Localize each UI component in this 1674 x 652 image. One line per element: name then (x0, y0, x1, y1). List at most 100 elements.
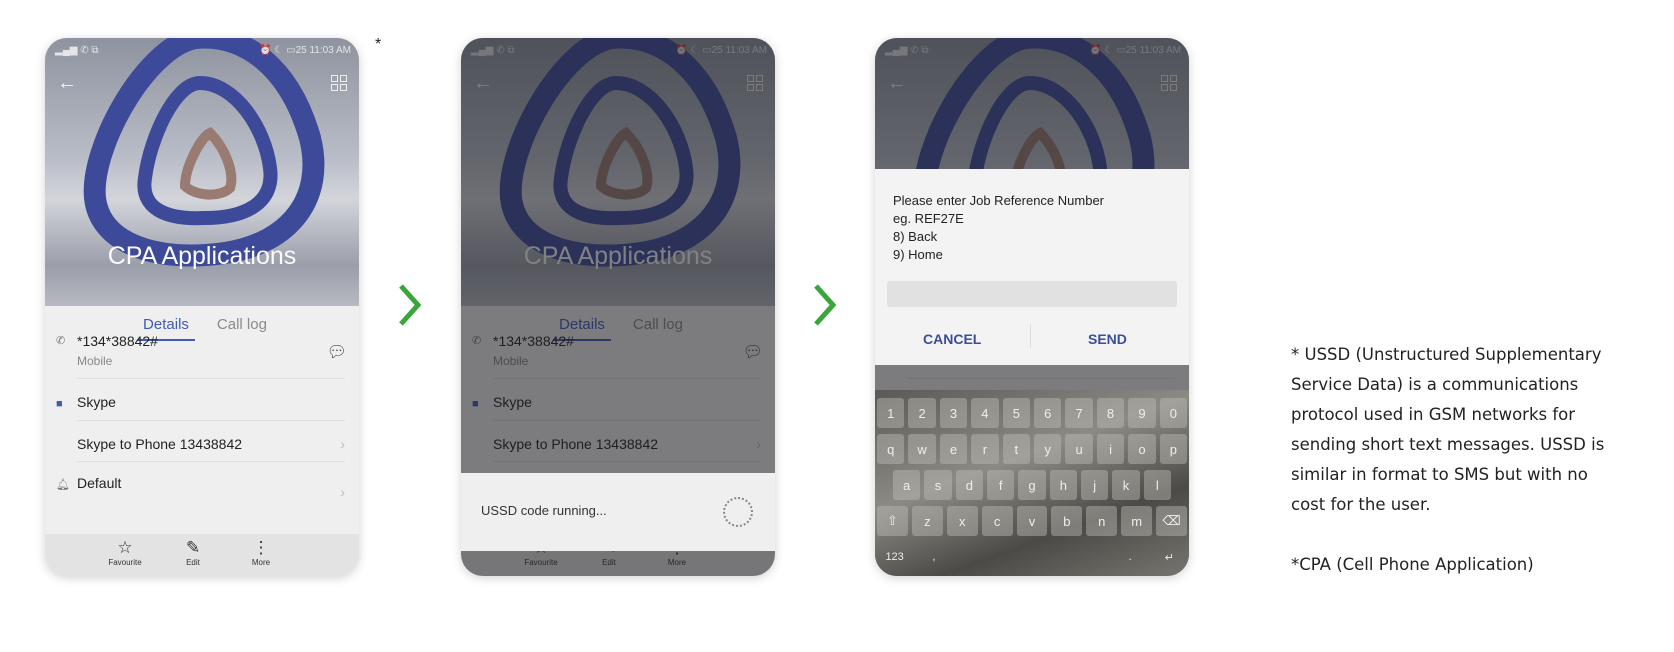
key[interactable]: n (1086, 506, 1118, 536)
ussd-footnote: * USSD (Unstructured Supplementary Servi… (1291, 345, 1605, 514)
skype-label: Skype (77, 394, 116, 410)
key[interactable] (995, 542, 1030, 572)
bottom-action-bar: ☆Favourite ✎Edit ⋮More (45, 534, 359, 576)
keyboard-row: qwertyuiop (877, 434, 1188, 464)
back-arrow-icon[interactable]: ← (57, 72, 77, 95)
ringtone-item[interactable]: Default (77, 475, 345, 491)
phone-screen-contact: ▂▄▆ ✆ ⧉ ⏰ ☾ ▭25 11:03 AM ← CPA Applicati… (45, 38, 359, 576)
key[interactable]: t (1002, 434, 1031, 464)
contact-header: ▂▄▆ ✆ ⧉ ⏰ ☾ ▭25 11:03 AM ← CPA Applicati… (45, 38, 359, 306)
key[interactable]: g (1018, 470, 1046, 500)
key[interactable]: 5 (1002, 398, 1031, 428)
key[interactable]: 0 (1159, 398, 1188, 428)
key[interactable]: x (946, 506, 978, 536)
key[interactable]: r (971, 434, 999, 464)
key[interactable]: v (1016, 506, 1048, 536)
keyboard: 1 2 3 4 5 6 7 8 9 0 q w e r t y u i o p a s d f g h j k l ⇧ z x c v b n m ⌫ 12… (875, 390, 1189, 576)
key[interactable]: y (1034, 434, 1062, 464)
edit-button[interactable]: ✎Edit (163, 538, 223, 567)
key[interactable]: p (1159, 434, 1188, 464)
key[interactable] (956, 542, 991, 572)
cpa-logo (83, 38, 325, 267)
footnotes: * USSD (Unstructured Supplementary Servi… (1291, 340, 1611, 580)
chevron-right-icon (399, 284, 422, 326)
star-icon: ☆ (117, 538, 133, 557)
phone-icon: ✆ (56, 335, 66, 347)
key[interactable]: w (908, 434, 936, 464)
key[interactable]: o (1128, 434, 1156, 464)
key[interactable]: ↵ (1152, 542, 1187, 572)
key[interactable]: 123 (877, 542, 912, 572)
phone-screen-ussd-running: ▂▄▆ ✆ ⧉ ⏰ ☾ ▭25 11:03 AM ← CPA Applicati… (461, 38, 775, 576)
key[interactable]: j (1080, 470, 1109, 500)
key[interactable]: 1 (877, 398, 905, 428)
pencil-icon: ✎ (185, 538, 201, 557)
key[interactable]: e (939, 434, 968, 464)
key[interactable]: 4 (971, 398, 999, 428)
key[interactable]: u (1065, 434, 1093, 464)
key[interactable]: i (1096, 434, 1125, 464)
status-bar: ▂▄▆ ✆ ⧉ ⏰ ☾ ▭25 11:03 AM (55, 45, 351, 59)
phone-number-row[interactable]: *134*38842# Mobile (77, 333, 345, 368)
keyboard-row: asdfghjkl (893, 470, 1171, 500)
qr-code-icon[interactable] (331, 75, 347, 91)
skype-icon: ■ (56, 398, 63, 410)
key[interactable]: ⌫ (1156, 506, 1188, 536)
key[interactable]: 9 (1128, 398, 1156, 428)
dialog-example: eg. REF27E (893, 211, 964, 226)
dialog-prompt: Please enter Job Reference Number (893, 193, 1105, 208)
phone-number: *134*38842# (77, 333, 158, 349)
dialog-option-back: 8) Back (893, 229, 938, 244)
dialog-option-home: 9) Home (893, 247, 943, 262)
footnote-asterisk: * (375, 36, 382, 53)
key[interactable]: d (955, 470, 983, 500)
key[interactable]: l (1143, 470, 1171, 500)
signal-icon: ▂▄▆ ✆ ⧉ (55, 45, 99, 56)
key[interactable]: b (1051, 506, 1083, 536)
key[interactable]: s (924, 470, 952, 500)
key[interactable]: 8 (1096, 398, 1125, 428)
more-button[interactable]: ⋮More (231, 538, 291, 567)
key[interactable]: a (893, 470, 921, 500)
key[interactable]: z (911, 506, 943, 536)
key[interactable]: f (986, 470, 1015, 500)
key[interactable]: m (1121, 506, 1153, 536)
cpa-footnote: *CPA (Cell Phone Application) (1291, 555, 1534, 574)
skype-to-phone-item[interactable]: Skype to Phone 13438842 (77, 436, 345, 452)
chevron-right-icon: › (340, 436, 345, 452)
favourite-button[interactable]: ☆Favourite (95, 538, 155, 567)
cancel-button[interactable]: CANCEL (923, 331, 981, 347)
job-reference-input[interactable] (887, 281, 1177, 307)
key[interactable]: k (1112, 470, 1140, 500)
key[interactable]: 7 (1065, 398, 1093, 428)
keyboard-row: 123,. ↵ (877, 542, 1187, 572)
loading-spinner-icon (723, 497, 753, 527)
contact-name: CPA Applications (107, 242, 297, 270)
battery-level: 25 (295, 45, 307, 56)
phone-type: Mobile (77, 354, 113, 368)
send-button[interactable]: SEND (1088, 331, 1127, 347)
clock: 11:03 AM (309, 45, 351, 56)
keyboard-row: ⇧ z x c v b n m ⌫ (877, 506, 1188, 536)
chevron-right-icon: › (340, 484, 345, 500)
key[interactable]: , (916, 542, 951, 572)
key[interactable]: h (1049, 470, 1077, 500)
ussd-dialog: Please enter Job Reference Number eg. RE… (875, 169, 1189, 365)
more-vertical-icon: ⋮ (252, 538, 270, 557)
keyboard-row: 1234567890 (877, 398, 1188, 428)
key[interactable]: q (877, 434, 905, 464)
alarm-icon: ⏰ ☾ ▭ (259, 45, 296, 56)
ussd-running-text: USSD code running... (481, 503, 607, 518)
key[interactable] (1073, 542, 1108, 572)
key[interactable]: ⇧ (877, 506, 908, 536)
key[interactable]: 3 (939, 398, 968, 428)
key[interactable]: . (1113, 542, 1148, 572)
key[interactable]: 2 (908, 398, 936, 428)
key[interactable] (1034, 542, 1069, 572)
chevron-right-icon (814, 284, 837, 326)
ussd-running-sheet: USSD code running... (461, 473, 775, 551)
key[interactable]: 6 (1034, 398, 1062, 428)
message-icon[interactable]: 💬︎ (327, 342, 347, 362)
bell-icon: 🔔︎ (56, 479, 70, 491)
key[interactable]: c (981, 506, 1013, 536)
